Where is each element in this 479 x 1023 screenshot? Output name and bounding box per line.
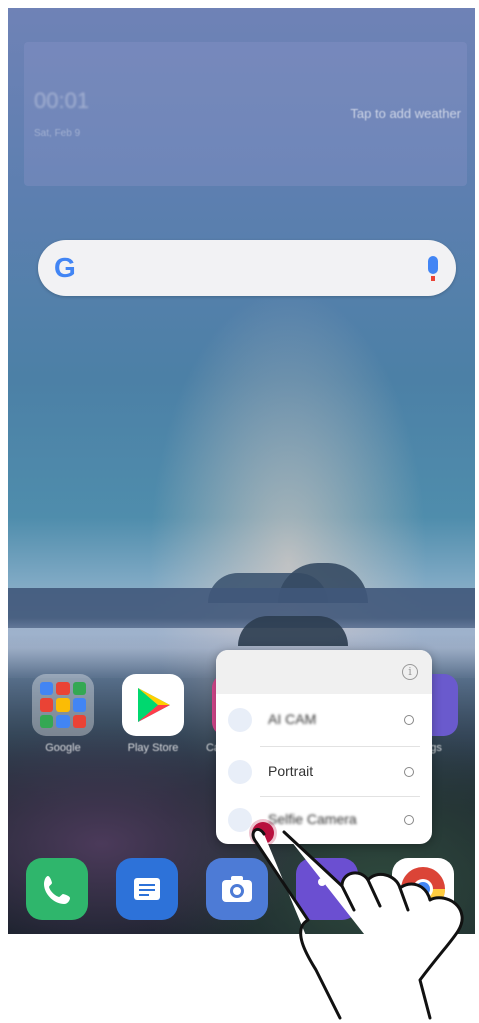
messages-icon[interactable] <box>116 858 178 920</box>
shortcut-label: AI CAM <box>268 711 317 727</box>
popup-header: i <box>216 650 432 694</box>
app-shortcut-popup: i AI CAM Portrait Selfie Camera <box>216 650 432 844</box>
shortcut-item-ai-cam[interactable]: AI CAM <box>216 696 432 744</box>
play-store-icon[interactable] <box>122 674 184 736</box>
clock-date: Sat, Feb 9 <box>34 128 81 139</box>
shortcut-item-portrait[interactable]: Portrait <box>216 748 432 796</box>
microphone-icon[interactable] <box>428 256 438 281</box>
portrait-icon <box>228 760 252 784</box>
ai-cam-icon <box>228 708 252 732</box>
pointing-hand-illustration <box>251 828 464 1020</box>
info-icon[interactable]: i <box>402 664 418 680</box>
clock-time: 00:01 <box>34 88 90 113</box>
shortcut-label: Portrait <box>268 763 314 779</box>
pin-icon[interactable] <box>404 715 414 725</box>
home-screen: 00:01 Sat, Feb 9 Tap to add weather G Go… <box>8 8 475 934</box>
phone-icon[interactable] <box>26 858 88 920</box>
app-label-google: Google <box>45 742 81 754</box>
google-search-bar[interactable]: G <box>38 240 456 296</box>
google-logo-icon: G <box>54 252 76 283</box>
divider <box>260 746 420 747</box>
add-weather-label[interactable]: Tap to add weather <box>350 106 461 121</box>
google-folder-icon[interactable] <box>32 674 94 736</box>
weather-widget[interactable]: 00:01 Sat, Feb 9 Tap to add weather <box>24 42 467 186</box>
selfie-camera-icon <box>228 808 252 832</box>
pin-icon[interactable] <box>404 767 414 777</box>
